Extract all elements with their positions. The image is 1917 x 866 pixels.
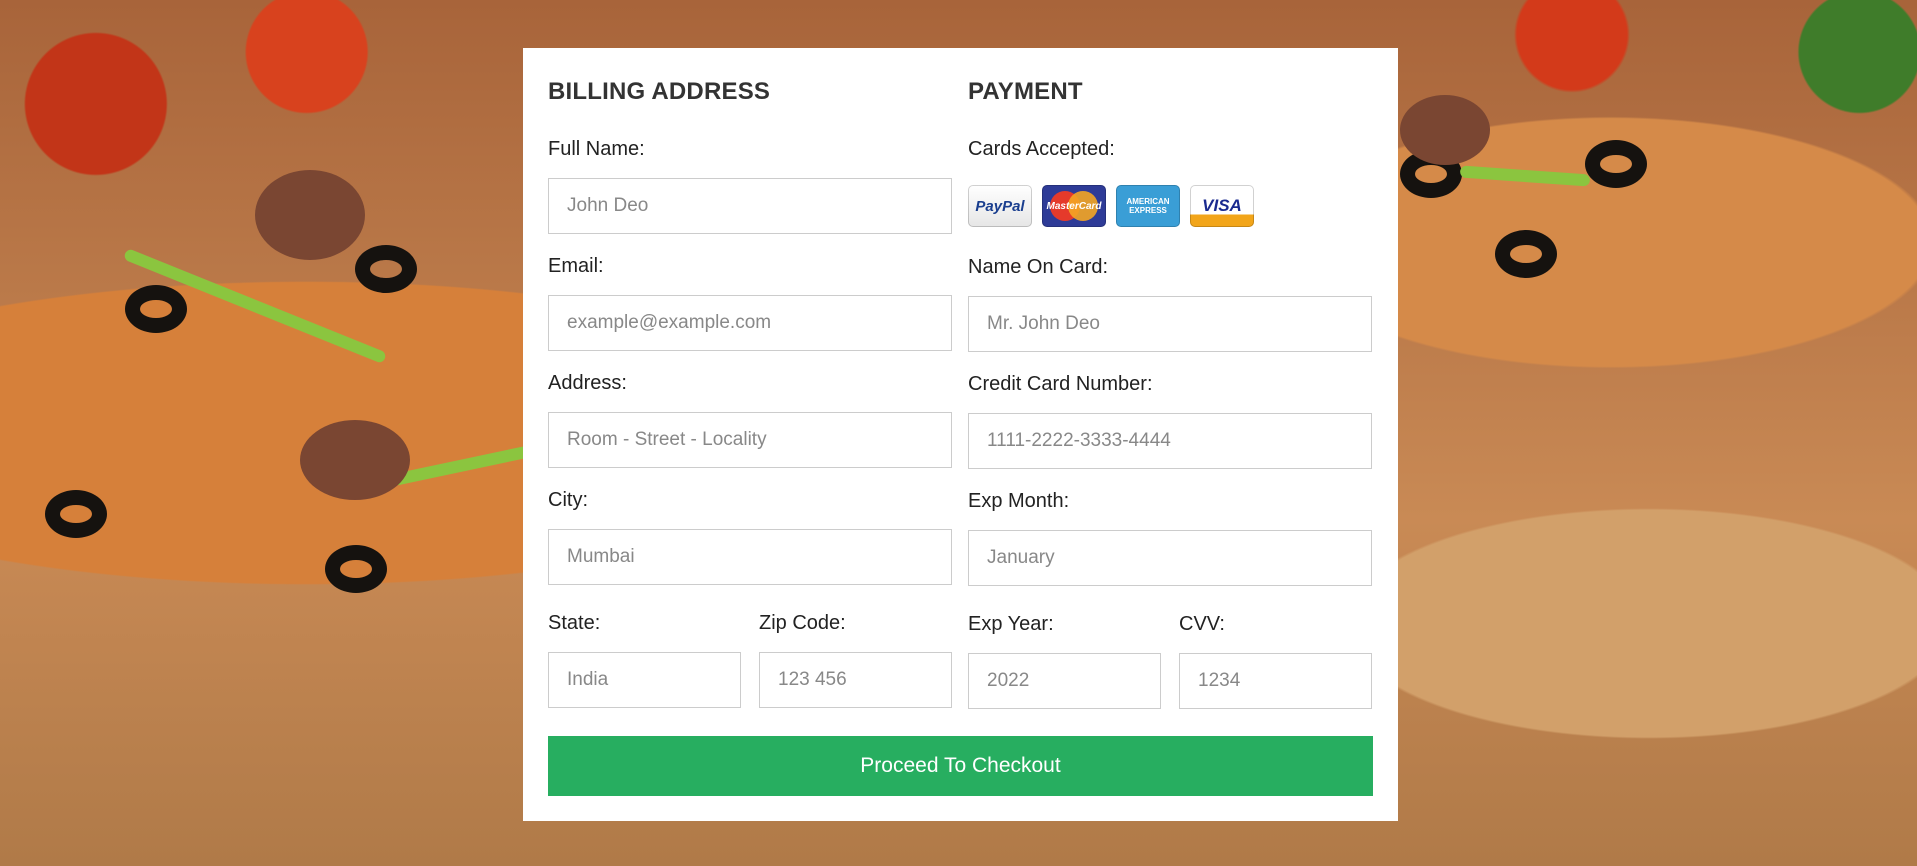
email-label: Email: [548, 255, 604, 277]
city-input[interactable] [548, 529, 952, 585]
exp-year-label: Exp Year: [968, 613, 1054, 635]
olive-decoration [1585, 140, 1647, 188]
visa-text: VISA [1202, 196, 1242, 215]
pepper-decoration [1459, 165, 1591, 187]
checkout-form-card: BILLING ADDRESS PAYMENT Full Name: Email… [523, 48, 1398, 821]
paypal-text: PayPal [975, 197, 1025, 215]
billing-address-heading: BILLING ADDRESS [548, 78, 771, 105]
city-label: City: [548, 489, 588, 511]
pepper-decoration [390, 445, 530, 487]
sausage-decoration [300, 420, 410, 500]
accepted-cards: PayPal MasterCard AMERICAN EXPRESS VISA [968, 185, 1254, 227]
olive-decoration [325, 545, 387, 593]
mastercard-icon: MasterCard [1042, 185, 1106, 227]
cvv-input[interactable] [1179, 653, 1372, 709]
paypal-icon: PayPal [968, 185, 1032, 227]
name-on-card-label: Name On Card: [968, 256, 1109, 278]
cards-accepted-label: Cards Accepted: [968, 138, 1115, 160]
name-on-card-input[interactable] [968, 296, 1372, 352]
email-input[interactable] [548, 295, 952, 351]
amex-text: AMERICAN EXPRESS [1126, 197, 1170, 215]
pepper-decoration [122, 247, 388, 365]
card-number-label: Credit Card Number: [968, 373, 1153, 395]
exp-month-label: Exp Month: [968, 490, 1070, 512]
address-label: Address: [548, 372, 627, 394]
proceed-to-checkout-button[interactable]: Proceed To Checkout [548, 736, 1373, 796]
card-number-input[interactable] [968, 413, 1372, 469]
exp-month-input[interactable] [968, 530, 1372, 586]
state-label: State: [548, 612, 601, 634]
olive-decoration [45, 490, 107, 538]
visa-icon: VISA [1190, 185, 1254, 227]
exp-year-input[interactable] [968, 653, 1161, 709]
mastercard-text: MasterCard [1046, 200, 1102, 212]
zip-code-input[interactable] [759, 652, 952, 708]
address-input[interactable] [548, 412, 952, 468]
sausage-decoration [1400, 95, 1490, 165]
zip-code-label: Zip Code: [759, 612, 846, 634]
sausage-decoration [255, 170, 365, 260]
olive-decoration [1400, 150, 1462, 198]
full-name-input[interactable] [548, 178, 952, 234]
full-name-label: Full Name: [548, 138, 645, 160]
cvv-label: CVV: [1179, 613, 1225, 635]
olive-decoration [125, 285, 187, 333]
olive-decoration [355, 245, 417, 293]
state-input[interactable] [548, 652, 741, 708]
amex-icon: AMERICAN EXPRESS [1116, 185, 1180, 227]
olive-decoration [1495, 230, 1557, 278]
payment-heading: PAYMENT [968, 78, 1083, 105]
